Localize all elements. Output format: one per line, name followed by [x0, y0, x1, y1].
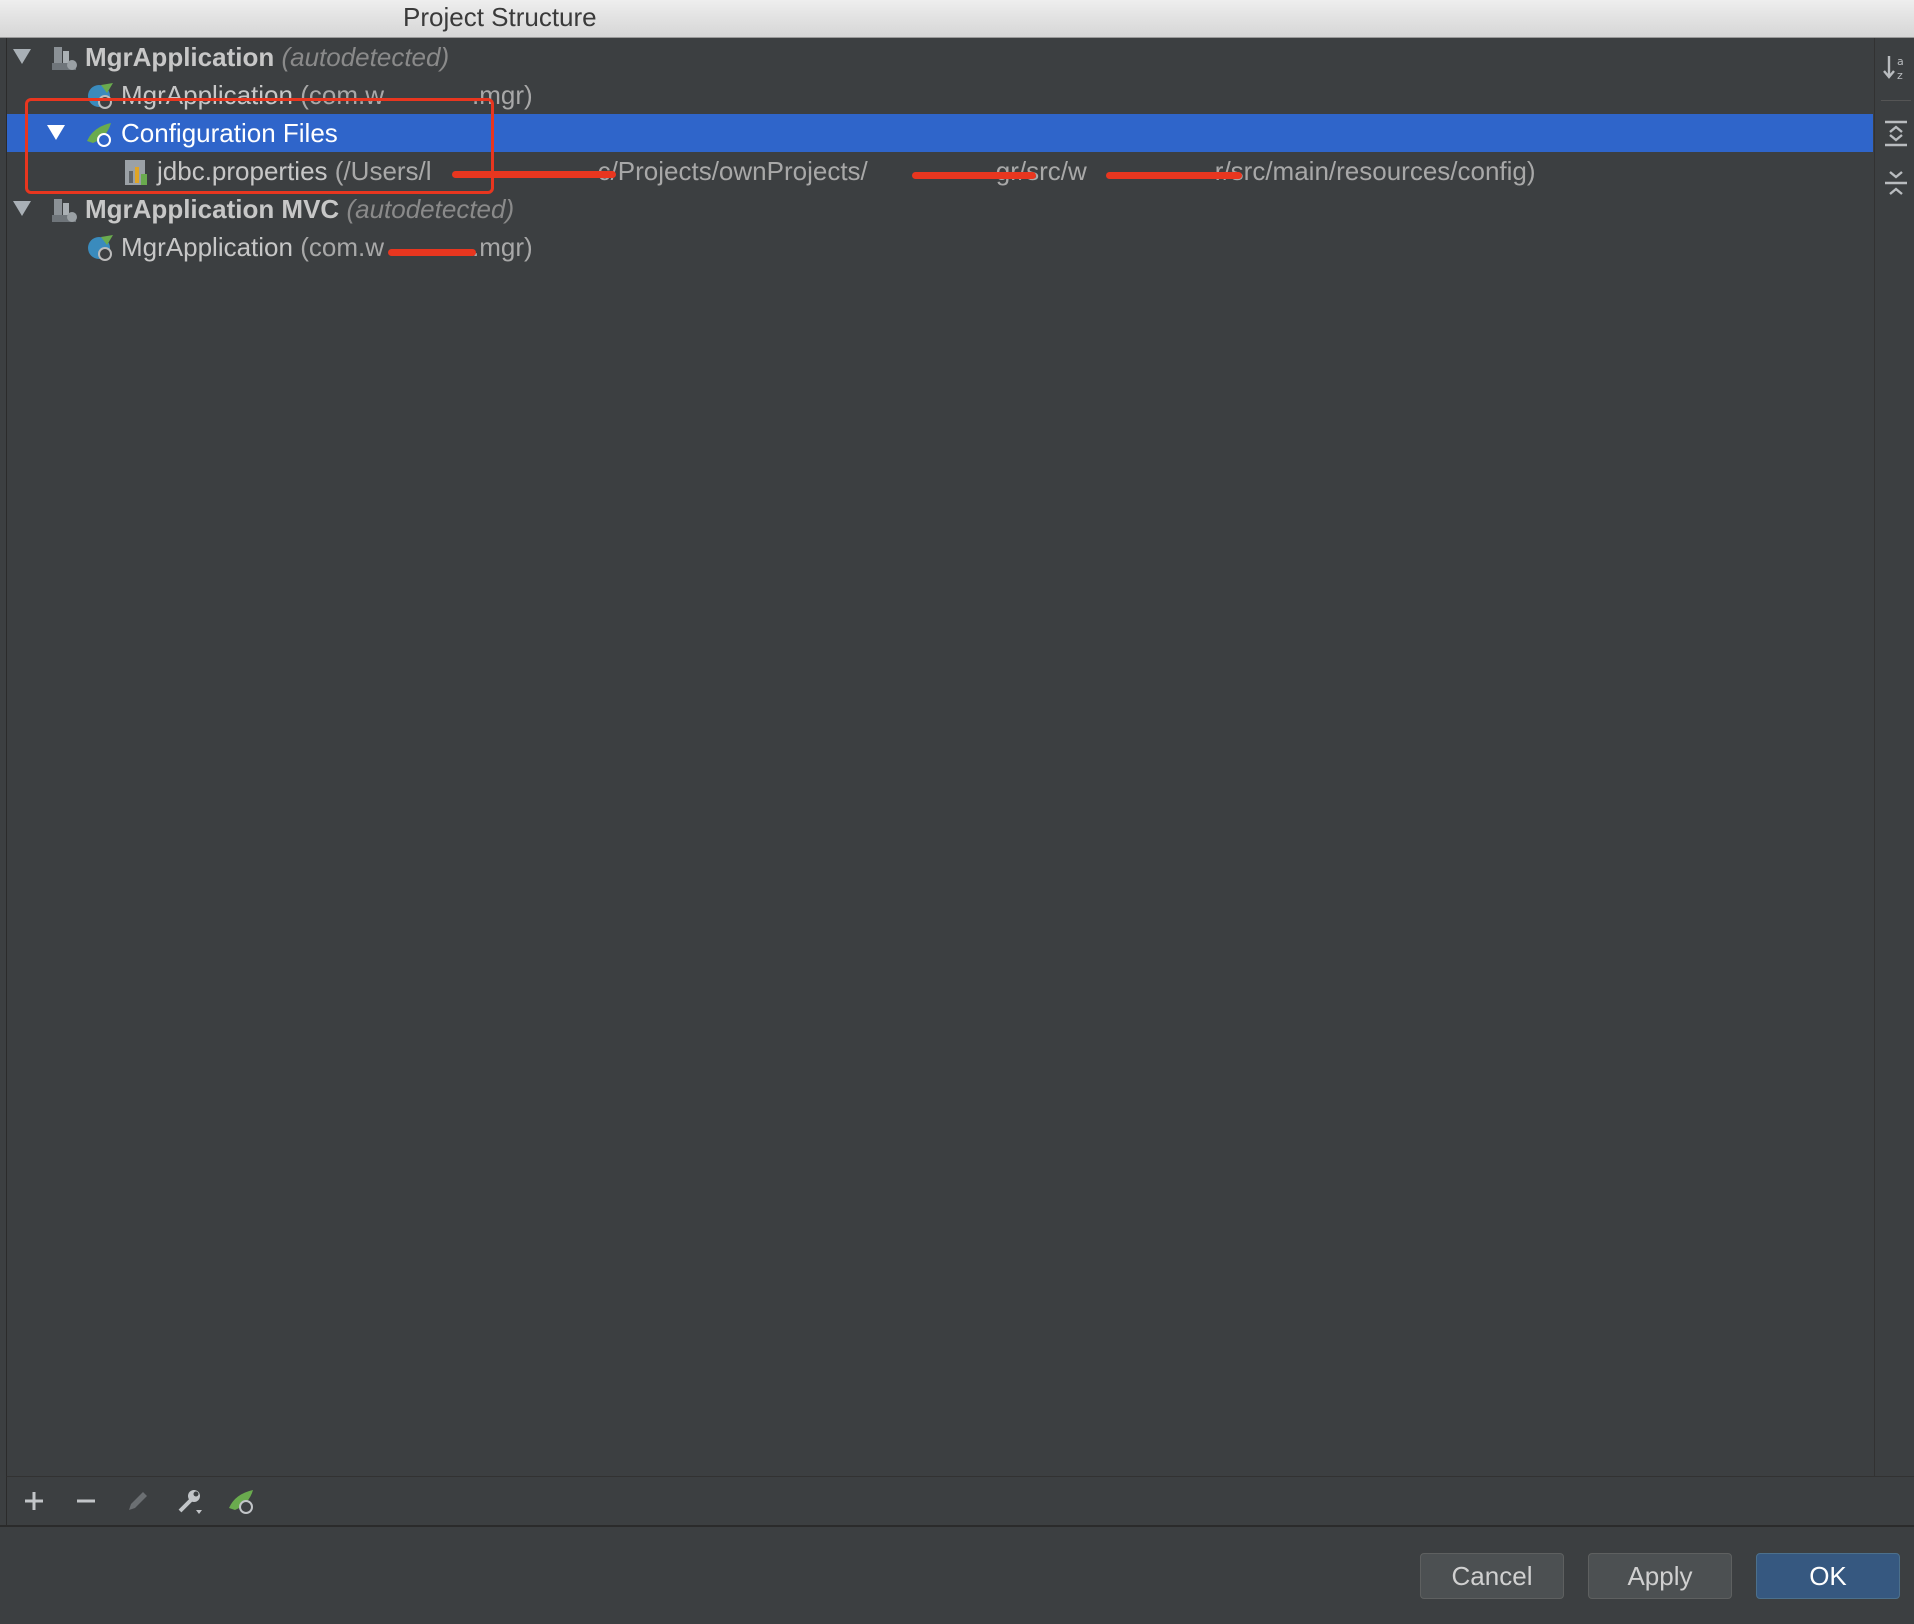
node-status: (autodetected): [281, 42, 450, 72]
redaction-mark: [912, 172, 1036, 179]
node-status: (autodetected): [346, 194, 515, 224]
spring-context-icon: [88, 235, 113, 261]
package-close: .mgr): [472, 232, 533, 262]
redaction-mark: [388, 249, 476, 256]
title-bar: Project Structure: [0, 0, 1914, 38]
remove-icon[interactable]: [71, 1486, 101, 1516]
collapse-all-icon[interactable]: [1881, 168, 1911, 198]
window-title: Project Structure: [403, 2, 597, 32]
node-name: MgrApplication: [85, 42, 275, 72]
tree-node-mgrapplication-mvc-context[interactable]: MgrApplication (com.w .mgr): [7, 228, 1873, 266]
sort-alphabetically-icon[interactable]: a z: [1881, 52, 1911, 82]
apply-button[interactable]: Apply: [1588, 1553, 1732, 1599]
package-open: (com.w: [300, 232, 384, 262]
redaction-mark: [1106, 172, 1242, 179]
cancel-button[interactable]: Cancel: [1420, 1553, 1564, 1599]
side-toolbar: a z: [1874, 38, 1914, 1476]
expand-arrow-icon[interactable]: [13, 201, 31, 216]
spring-facet-icon[interactable]: [227, 1486, 257, 1516]
settings-wrench-icon[interactable]: [175, 1486, 205, 1516]
add-icon[interactable]: [19, 1486, 49, 1516]
dialog-footer: Cancel Apply OK: [0, 1525, 1914, 1624]
facets-tree[interactable]: MgrApplication (autodetected) MgrApplica…: [6, 38, 1873, 1476]
annotation-highlight-box: [25, 98, 494, 194]
module-icon: [52, 47, 77, 70]
ok-button[interactable]: OK: [1756, 1553, 1900, 1599]
bottom-toolbar: [6, 1476, 1914, 1525]
expand-all-icon[interactable]: [1881, 118, 1911, 148]
file-path-segment: gr/src/w: [995, 156, 1087, 186]
expand-arrow-icon[interactable]: [13, 49, 31, 64]
tree-node-mgrapplication-mvc[interactable]: MgrApplication MVC (autodetected): [7, 190, 1873, 228]
svg-text:a: a: [1897, 55, 1904, 68]
toolbar-separator: [1881, 100, 1911, 101]
node-name: MgrApplication: [121, 232, 293, 262]
node-name: MgrApplication MVC: [85, 194, 340, 224]
module-icon: [52, 199, 77, 222]
edit-icon[interactable]: [123, 1486, 153, 1516]
tree-node-mgrapplication[interactable]: MgrApplication (autodetected): [7, 38, 1873, 76]
file-path-segment: r/src/main/resources/config): [1214, 156, 1536, 186]
file-path-segment: c/Projects/ownProjects/: [597, 156, 868, 186]
svg-text:z: z: [1897, 69, 1903, 82]
